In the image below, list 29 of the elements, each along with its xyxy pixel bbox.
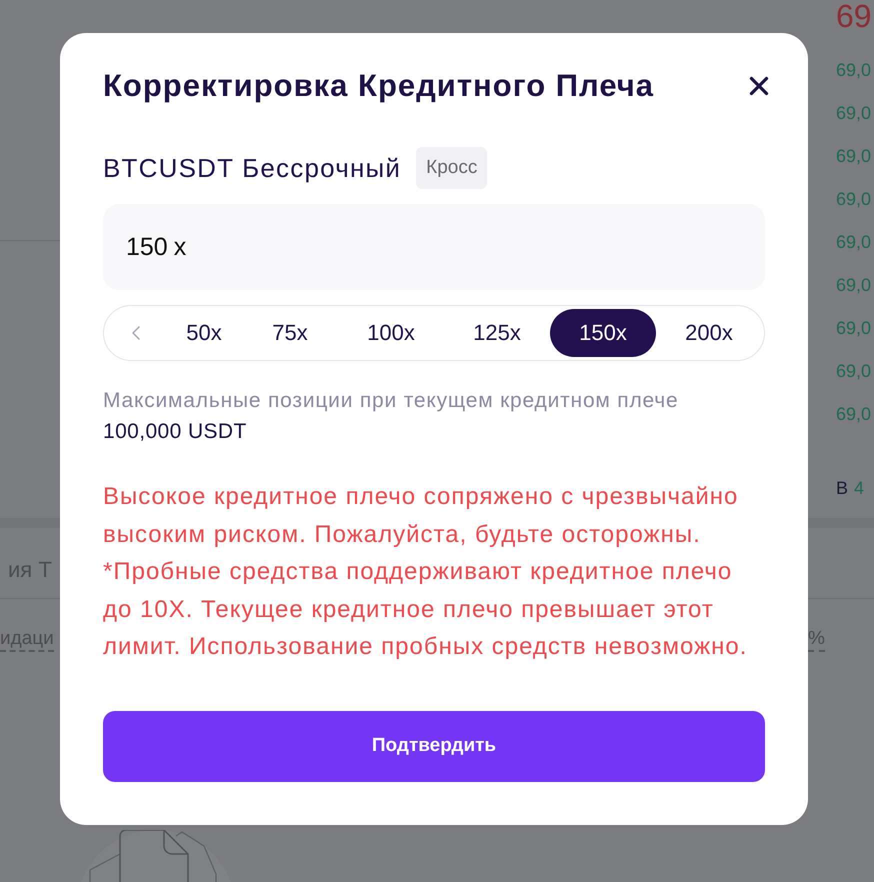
price-text: 69,0 [836, 403, 872, 426]
price-text: 69,0 [836, 59, 872, 82]
price-text: 69,0 [836, 317, 872, 340]
margin-mode-tag: Кросс [416, 147, 488, 189]
leverage-value: 150 [126, 232, 168, 263]
confirm-button[interactable]: Подтвердить [103, 710, 765, 782]
price-text: 69 [836, 0, 872, 32]
leverage-option[interactable]: 150x [550, 309, 656, 357]
leverage-option[interactable]: 50x [166, 309, 242, 357]
leverage-option[interactable]: 200x [656, 309, 762, 357]
price-text: 69,0 [836, 102, 872, 125]
price-text: 69,0 [836, 360, 872, 383]
risk-warning: *Пробные средства поддерживают кредитное плечо до 10X. Текущее кредитное плечо превышает этот лимит. Использование пробных средств невозможно. [103, 557, 748, 662]
max-position-value: 100,000 USDT [103, 419, 248, 445]
side-value: 4 [854, 477, 864, 500]
leverage-input[interactable]: 150 x [103, 204, 765, 290]
symbol-name: BTCUSDT Бессрочный [103, 152, 402, 184]
price-text: 69,0 [836, 188, 872, 211]
price-text: 69,0 [836, 145, 872, 168]
price-text: 69,0 [836, 231, 872, 254]
max-position-label: Максимальные позиции при текущем кредитном плече [103, 388, 680, 414]
leverage-suffix: x [174, 232, 186, 263]
price-text: 69,0 [836, 274, 872, 297]
leverage-option[interactable]: 100x [338, 309, 444, 357]
risk-warning: Высокое кредитное плечо сопряжено с чрезвычайно высоким риском. Пожалуйста, будьте осторожны. [103, 482, 740, 550]
dialog-title: Корректировка Кредитного Плеча [103, 67, 654, 105]
leverage-option[interactable]: 75x [242, 309, 338, 357]
leverage-option[interactable]: 125x [444, 309, 550, 357]
side-label: В [836, 477, 848, 500]
